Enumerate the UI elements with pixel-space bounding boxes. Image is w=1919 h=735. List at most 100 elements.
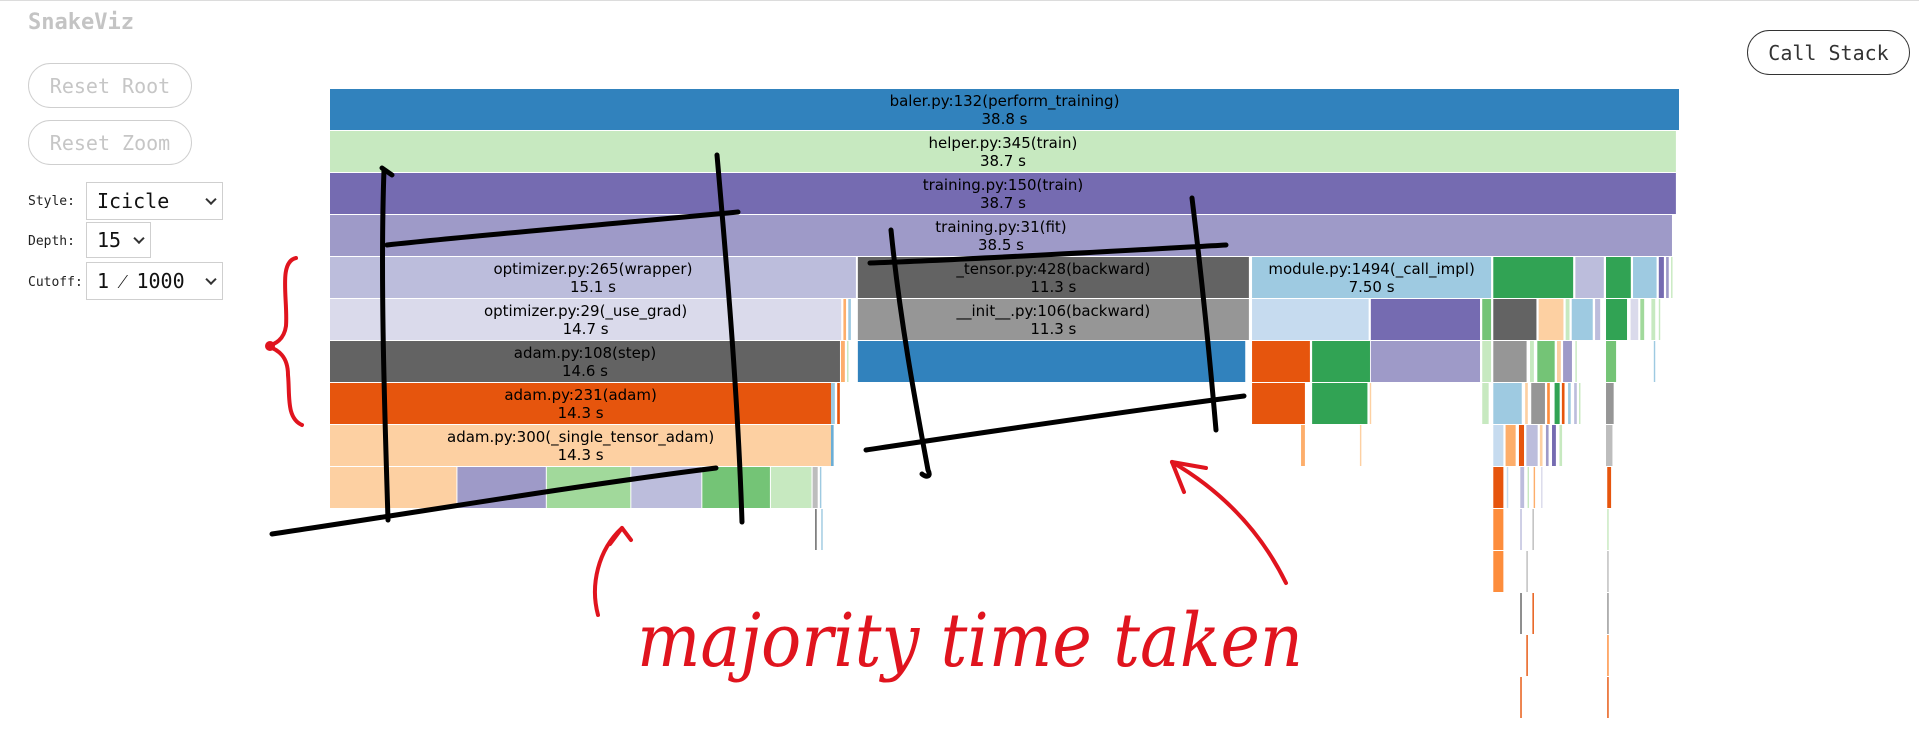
icicle-node-rect[interactable] [1607,677,1609,718]
icicle-node-rect[interactable] [1607,509,1609,550]
icicle-node-rect[interactable] [1552,425,1556,466]
icicle-node-rect[interactable] [1520,677,1522,718]
icicle-node[interactable] [1633,257,1657,298]
icicle-node[interactable] [1493,341,1527,382]
icicle-node[interactable] [848,299,851,340]
icicle-node-rect[interactable] [1539,425,1543,466]
icicle-node[interactable] [1547,383,1550,424]
icicle-node-rect[interactable] [1606,299,1628,340]
icicle-node[interactable] [1530,341,1534,382]
icicle-node-rect[interactable] [1607,593,1609,634]
icicle-node-rect[interactable] [1482,383,1489,424]
icicle-node[interactable] [1606,341,1617,382]
icicle-node[interactable] [821,509,823,550]
icicle-node-rect[interactable] [1527,467,1530,508]
icicle-node[interactable] [330,467,457,508]
icicle-node[interactable] [812,467,818,508]
icicle-node[interactable] [770,467,812,508]
icicle-node-rect[interactable] [1606,341,1617,382]
icicle-node-rect[interactable] [1538,299,1564,340]
icicle-node-rect[interactable] [1533,467,1536,508]
icicle-node-rect[interactable] [1493,383,1522,424]
icicle-node[interactable]: baler.py:132(perform_training)38.8 s [330,89,1679,130]
icicle-node[interactable] [837,383,840,424]
icicle-node-rect[interactable] [830,383,835,424]
icicle-node-rect[interactable] [1565,299,1570,340]
icicle-node-rect[interactable] [1607,551,1609,592]
icicle-node[interactable] [1505,425,1516,466]
icicle-node[interactable] [1532,593,1534,634]
icicle-node[interactable] [1493,551,1504,592]
icicle-node[interactable] [1252,299,1369,340]
icicle-node[interactable] [1252,383,1305,424]
icicle-node[interactable] [1554,383,1560,424]
icicle-node-rect[interactable] [847,341,849,382]
icicle-node-rect[interactable] [1520,593,1522,634]
icicle-node-rect[interactable] [1493,551,1504,592]
icicle-node-rect[interactable] [1312,383,1368,424]
icicle-node-rect[interactable] [840,341,845,382]
icicle-node[interactable] [1493,257,1574,298]
icicle-node-rect[interactable] [1658,257,1664,298]
icicle-node-rect[interactable] [1530,341,1534,382]
icicle-node[interactable]: optimizer.py:265(wrapper)15.1 s [330,257,856,298]
icicle-node[interactable] [1658,299,1661,340]
icicle-node-rect[interactable] [837,383,840,424]
icicle-node[interactable] [1482,341,1492,382]
icicle-node[interactable] [1606,425,1613,466]
icicle-node[interactable] [1606,383,1614,424]
icicle-node-rect[interactable] [1493,299,1537,340]
icicle-node[interactable] [1574,383,1577,424]
icicle-node[interactable] [1640,299,1645,340]
icicle-node-rect[interactable] [1252,299,1369,340]
icicle-node-rect[interactable] [702,467,770,508]
icicle-node[interactable] [1520,677,1522,718]
icicle-node-rect[interactable] [1671,257,1673,298]
icicle-node[interactable] [1539,425,1543,466]
icicle-node[interactable] [1595,299,1601,340]
icicle-node-rect[interactable] [1568,383,1571,424]
icicle-node[interactable]: optimizer.py:29(_use_grad)14.7 s [330,299,842,340]
icicle-node-rect[interactable] [1575,257,1604,298]
icicle-node[interactable] [1671,257,1673,298]
icicle-node[interactable] [1493,383,1522,424]
icicle-node-rect[interactable] [1493,467,1504,508]
icicle-node-rect[interactable] [1630,299,1639,340]
icicle-node[interactable] [1575,257,1604,298]
icicle-node[interactable] [1651,299,1656,340]
icicle-node-rect[interactable] [1557,341,1561,382]
icicle-node-rect[interactable] [812,467,818,508]
icicle-node-rect[interactable] [1563,341,1572,382]
icicle-node[interactable] [1607,467,1612,508]
icicle-node[interactable] [1520,467,1525,508]
icicle-node[interactable] [1538,299,1564,340]
icicle-node[interactable] [1520,593,1522,634]
icicle-node-rect[interactable] [1541,467,1543,508]
icicle-node[interactable]: adam.py:231(adam)14.3 s [330,383,832,424]
icicle-node[interactable] [1312,341,1370,382]
icicle-node-rect[interactable] [1252,383,1305,424]
icicle-node-rect[interactable] [1359,425,1362,466]
icicle-node[interactable] [1312,383,1368,424]
icicle-node-rect[interactable] [1526,635,1528,676]
icicle-node[interactable] [1658,257,1664,298]
icicle-node[interactable] [1579,383,1581,424]
icicle-node-rect[interactable] [815,509,817,550]
icicle-node-rect[interactable] [1554,383,1560,424]
icicle-node[interactable] [1666,257,1669,298]
icicle-node-rect[interactable] [1369,383,1372,424]
icicle-node[interactable] [1526,635,1528,676]
icicle-node[interactable] [1559,425,1563,466]
icicle-node[interactable] [857,341,1246,382]
icicle-node-rect[interactable] [857,341,1246,382]
icicle-node-rect[interactable] [1575,341,1577,382]
icicle-node-rect[interactable] [1493,425,1504,466]
icicle-node-rect[interactable] [1520,467,1525,508]
icicle-node[interactable]: training.py:150(train)38.7 s [330,173,1676,214]
icicle-node-rect[interactable] [1607,467,1612,508]
icicle-node-rect[interactable] [1505,425,1516,466]
icicle-node-rect[interactable] [1666,257,1669,298]
icicle-node-rect[interactable] [1547,383,1550,424]
icicle-node[interactable] [840,341,845,382]
icicle-node[interactable]: __init__.py:106(backward)11.3 s [857,299,1249,340]
